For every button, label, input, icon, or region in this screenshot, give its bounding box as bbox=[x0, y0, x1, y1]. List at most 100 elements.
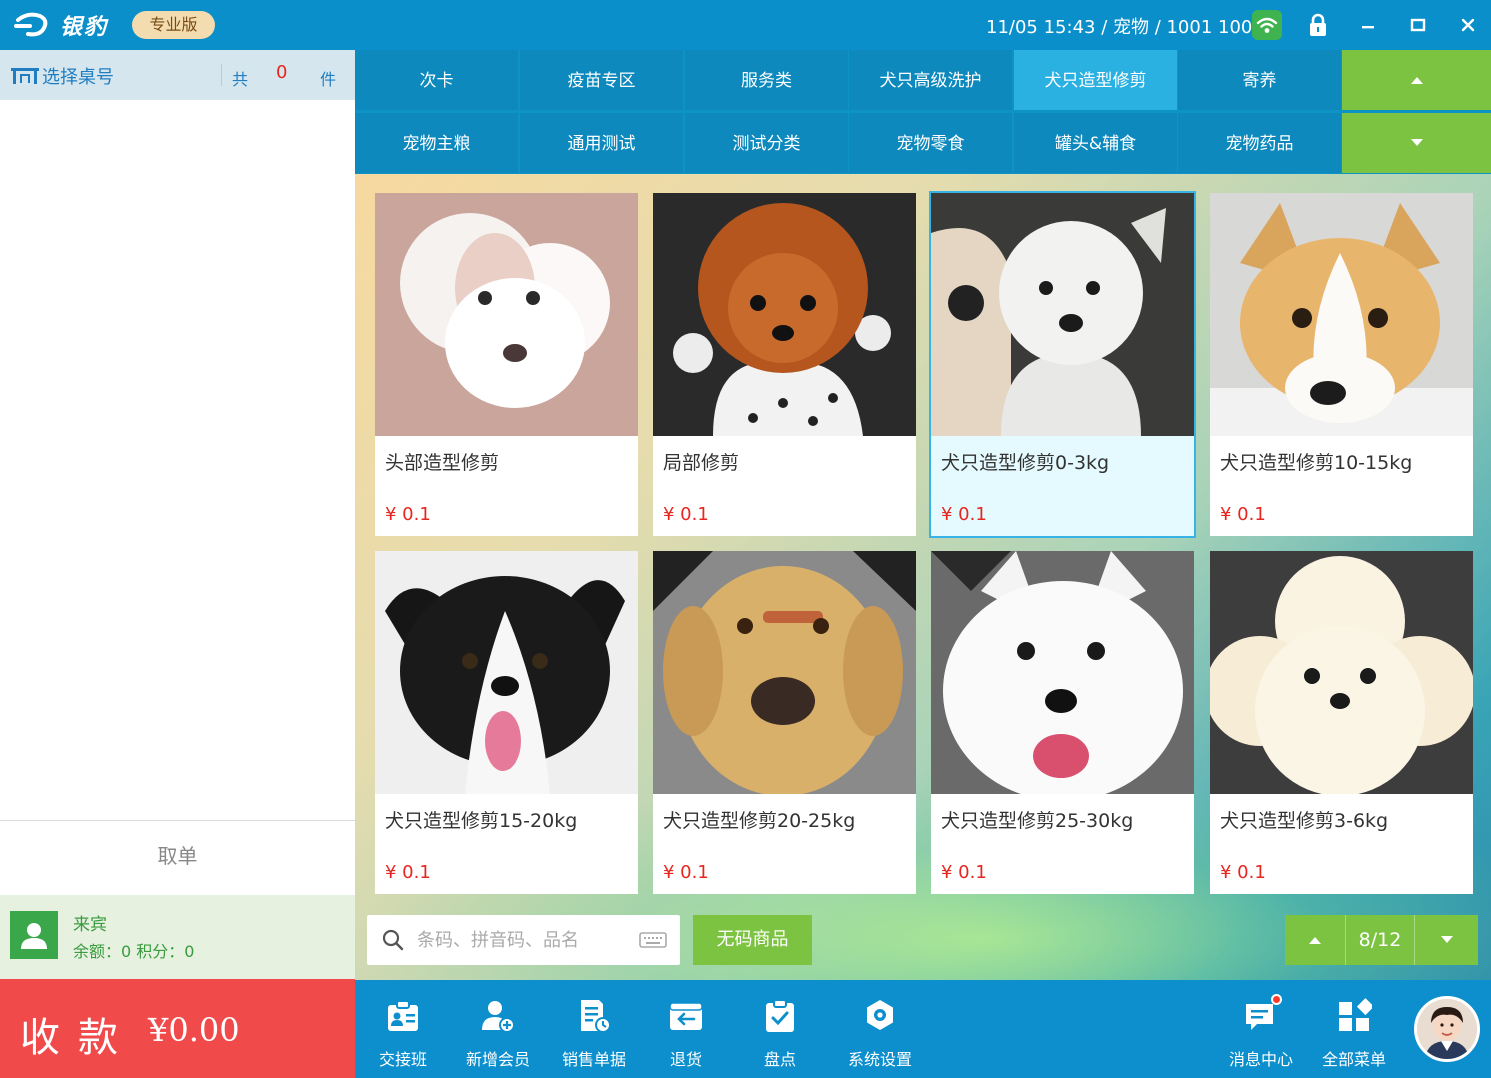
search-icon bbox=[382, 929, 404, 955]
notification-dot bbox=[1271, 994, 1282, 1005]
product-card[interactable]: 犬只造型修剪15-20kg ¥ 0.1 bbox=[375, 551, 638, 894]
table-select-bar[interactable]: 选择桌号 共 0 件 bbox=[0, 50, 355, 100]
page-down-button[interactable] bbox=[1415, 915, 1478, 965]
settings-button[interactable]: 系统设置 bbox=[840, 980, 920, 1078]
message-center-button[interactable]: 消息中心 bbox=[1221, 980, 1301, 1078]
search-box[interactable] bbox=[367, 915, 680, 965]
divider bbox=[221, 64, 222, 86]
product-name: 头部造型修剪 bbox=[385, 452, 500, 474]
product-card[interactable]: 犬只造型修剪20-25kg ¥ 0.1 bbox=[653, 551, 916, 894]
clipboard-check-icon bbox=[762, 998, 798, 1034]
all-menu-button[interactable]: 全部菜单 bbox=[1314, 980, 1394, 1078]
category-tab[interactable]: 宠物药品 bbox=[1178, 113, 1341, 173]
product-image bbox=[375, 551, 638, 794]
product-name: 犬只造型修剪25-30kg bbox=[941, 810, 1134, 832]
category-tab[interactable]: 寄养 bbox=[1178, 50, 1341, 110]
wifi-icon[interactable] bbox=[1252, 10, 1282, 40]
arrow-up-icon bbox=[1309, 937, 1321, 944]
clipboard-user-icon bbox=[385, 998, 421, 1034]
minimize-button[interactable] bbox=[1353, 10, 1383, 40]
search-input[interactable] bbox=[417, 925, 627, 955]
product-price: ¥ 0.1 bbox=[1220, 504, 1266, 525]
product-price: ¥ 0.1 bbox=[941, 504, 987, 525]
tool-label: 销售单据 bbox=[561, 1050, 626, 1069]
product-price: ¥ 0.1 bbox=[663, 862, 709, 883]
tool-label: 新增会员 bbox=[465, 1050, 530, 1069]
category-tab[interactable]: 犬只高级洗护 bbox=[849, 50, 1012, 110]
checkout-button[interactable]: 收款 ¥0.00 bbox=[0, 979, 355, 1078]
category-tab[interactable]: 测试分类 bbox=[685, 113, 848, 173]
status-text: 11/05 15:43 / 宠物 / 1001 1001 bbox=[986, 17, 1264, 38]
close-button[interactable] bbox=[1453, 10, 1483, 40]
logo-icon bbox=[14, 12, 48, 37]
category-down-button[interactable] bbox=[1342, 113, 1491, 173]
member-name: 来宾 bbox=[73, 915, 107, 935]
product-name: 局部修剪 bbox=[663, 452, 740, 474]
tool-label: 交接班 bbox=[378, 1050, 427, 1069]
tool-label: 全部菜单 bbox=[1321, 1050, 1386, 1069]
arrow-down-icon bbox=[1410, 139, 1423, 146]
product-image bbox=[931, 551, 1194, 794]
table-select-label[interactable]: 选择桌号 bbox=[42, 63, 114, 89]
category-tab[interactable]: 宠物主粮 bbox=[355, 113, 518, 173]
add-member-button[interactable]: 新增会员 bbox=[458, 980, 538, 1078]
arrow-down-icon bbox=[1440, 936, 1453, 943]
count-unit: 件 bbox=[320, 70, 337, 89]
category-up-button[interactable] bbox=[1342, 50, 1491, 110]
product-card[interactable]: 头部造型修剪 ¥ 0.1 bbox=[375, 193, 638, 536]
return-icon bbox=[668, 998, 704, 1034]
maximize-button[interactable] bbox=[1403, 10, 1433, 40]
product-card-selected[interactable]: 犬只造型修剪0-3kg ¥ 0.1 bbox=[929, 191, 1196, 538]
keyboard-icon[interactable] bbox=[639, 932, 667, 952]
product-price: ¥ 0.1 bbox=[385, 862, 431, 883]
pager: 8/12 bbox=[1285, 915, 1478, 965]
logo-text: 银豹 bbox=[60, 15, 109, 40]
sales-docs-button[interactable]: 销售单据 bbox=[554, 980, 634, 1078]
retrieve-order-button[interactable]: 取单 bbox=[0, 821, 355, 895]
returns-button[interactable]: 退货 bbox=[651, 980, 721, 1078]
category-tab[interactable]: 宠物零食 bbox=[849, 113, 1012, 173]
product-price: ¥ 0.1 bbox=[1220, 862, 1266, 883]
product-area: 头部造型修剪 ¥ 0.1 局部修剪 ¥ 0.1 犬只造型修剪0-3kg ¥ 0.… bbox=[355, 174, 1491, 980]
tool-label: 盘点 bbox=[763, 1050, 796, 1069]
product-name: 犬只造型修剪15-20kg bbox=[385, 810, 578, 832]
checkout-amount: ¥0.00 bbox=[148, 1011, 240, 1049]
product-card[interactable]: 局部修剪 ¥ 0.1 bbox=[653, 193, 916, 536]
product-price: ¥ 0.1 bbox=[941, 862, 987, 883]
tool-label: 消息中心 bbox=[1228, 1050, 1293, 1069]
category-tab[interactable]: 罐头&辅食 bbox=[1014, 113, 1177, 173]
product-image bbox=[653, 551, 916, 794]
category-tab-active[interactable]: 犬只造型修剪 bbox=[1014, 50, 1177, 110]
product-image bbox=[931, 193, 1194, 436]
add-user-icon bbox=[480, 998, 516, 1034]
member-panel[interactable]: 来宾 余额：0 积分：0 bbox=[0, 895, 355, 979]
product-name: 犬只造型修剪20-25kg bbox=[663, 810, 856, 832]
member-balance: 余额：0 积分：0 bbox=[73, 942, 195, 961]
tool-label: 系统设置 bbox=[847, 1050, 912, 1069]
page-up-button[interactable] bbox=[1285, 915, 1345, 965]
grid-menu-icon bbox=[1336, 998, 1374, 1034]
category-tab[interactable]: 服务类 bbox=[685, 50, 848, 110]
product-card[interactable]: 犬只造型修剪25-30kg ¥ 0.1 bbox=[931, 551, 1194, 894]
product-image bbox=[1210, 193, 1473, 436]
category-tab[interactable]: 疫苗专区 bbox=[520, 50, 683, 110]
member-avatar[interactable] bbox=[10, 911, 58, 959]
item-count: 0 bbox=[276, 62, 288, 83]
tool-label: 退货 bbox=[669, 1050, 702, 1069]
handover-button[interactable]: 交接班 bbox=[365, 980, 441, 1078]
category-tab[interactable]: 次卡 bbox=[355, 50, 518, 110]
inventory-button[interactable]: 盘点 bbox=[745, 980, 815, 1078]
count-prefix: 共 bbox=[232, 70, 249, 89]
lock-icon[interactable] bbox=[1307, 13, 1329, 37]
product-image bbox=[653, 193, 916, 436]
product-image bbox=[1210, 551, 1473, 794]
no-barcode-item-button[interactable]: 无码商品 bbox=[693, 915, 812, 965]
product-name: 犬只造型修剪3-6kg bbox=[1220, 810, 1389, 832]
category-bar: 次卡 疫苗专区 服务类 犬只高级洗护 犬只造型修剪 寄养 宠物主粮 通用测试 测… bbox=[355, 50, 1491, 174]
edition-badge: 专业版 bbox=[132, 11, 215, 39]
product-card[interactable]: 犬只造型修剪10-15kg ¥ 0.1 bbox=[1210, 193, 1473, 536]
category-tab[interactable]: 通用测试 bbox=[520, 113, 683, 173]
product-card[interactable]: 犬只造型修剪3-6kg ¥ 0.1 bbox=[1210, 551, 1473, 894]
document-clock-icon bbox=[576, 998, 612, 1034]
user-avatar[interactable] bbox=[1414, 996, 1480, 1062]
